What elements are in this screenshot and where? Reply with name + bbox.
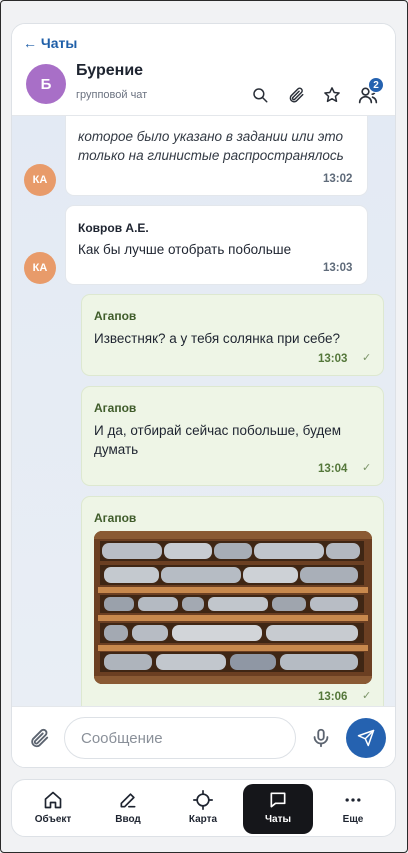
message-sender: Ковров А.Е. — [78, 221, 149, 235]
message-text: Известняк? а у тебя солянка при себе? — [94, 331, 340, 346]
message-time: 13:02 — [323, 173, 353, 185]
nav-item-object[interactable]: Объект — [18, 784, 88, 834]
back-to-chats-link[interactable]: ← Чаты — [23, 35, 77, 51]
message-time: 13:06 — [318, 691, 348, 703]
send-icon — [357, 729, 375, 747]
sender-avatar: КА — [24, 164, 56, 196]
nav-item-input[interactable]: Ввод — [93, 784, 163, 834]
message-bubble-incoming: Ковров А.Е. Как бы лучше отобрать поболь… — [65, 205, 368, 285]
participants-count-badge: 2 — [368, 77, 384, 93]
nav-label: Объект — [34, 814, 72, 825]
message-text: думать — [94, 442, 139, 457]
search-icon[interactable] — [249, 84, 271, 106]
message-sender: Агапов — [94, 401, 137, 415]
message-text: И да, отбирай сейчас побольше, будем — [94, 423, 342, 438]
nav-label: Чаты — [264, 814, 292, 825]
message-composer — [12, 706, 395, 767]
chat-title: Бурение — [76, 62, 144, 79]
chat-header: ← Чаты Б Бурение групповой чат 2 — [12, 24, 395, 116]
message-text: только на глинистые распространялось — [78, 148, 344, 163]
read-check-icon: ✓ — [362, 690, 372, 702]
read-check-icon: ✓ — [362, 352, 372, 364]
more-icon — [345, 798, 361, 802]
message-time: 13:04 — [318, 463, 348, 475]
microphone-icon[interactable] — [310, 727, 332, 749]
attach-icon[interactable] — [28, 727, 50, 749]
message-text: которое было указано в задании или это — [78, 129, 344, 144]
message-bubble-outgoing: Агапов 13:06 ✓ — [81, 496, 384, 706]
crosshair-icon — [193, 790, 213, 810]
bottom-navigation: Объект Ввод Карта Чаты Еще — [11, 779, 396, 837]
message-input[interactable] — [64, 717, 296, 759]
message-time: 13:03 — [323, 262, 353, 274]
message-time: 13:03 — [318, 353, 348, 365]
nav-label: Еще — [342, 814, 364, 825]
message-sender: Агапов — [94, 309, 137, 323]
message-sender: Агапов — [94, 511, 137, 525]
nav-item-map[interactable]: Карта — [168, 784, 238, 834]
chat-avatar: Б — [26, 64, 66, 104]
message-text: Как бы лучше отобрать побольше — [78, 242, 292, 257]
message-bubble-outgoing: Агапов Известняк? а у тебя солянка при с… — [81, 294, 384, 376]
chat-panel: ← Чаты Б Бурение групповой чат 2 КА кото… — [11, 23, 396, 768]
sender-avatar: КА — [24, 252, 56, 284]
send-button[interactable] — [346, 718, 386, 758]
nav-label: Ввод — [115, 814, 141, 825]
chat-subtitle: групповой чат — [76, 89, 148, 101]
nav-label: Карта — [188, 814, 218, 825]
star-icon[interactable] — [321, 84, 343, 106]
pen-icon — [120, 793, 136, 808]
nav-item-chats[interactable]: Чаты — [243, 784, 313, 834]
read-check-icon: ✓ — [362, 462, 372, 474]
core-sample-photo[interactable] — [94, 531, 372, 684]
chat-icon — [270, 792, 286, 808]
nav-item-more[interactable]: Еще — [318, 784, 388, 834]
message-bubble-outgoing: Агапов И да, отбирай сейчас побольше, бу… — [81, 386, 384, 486]
home-icon — [44, 791, 62, 809]
message-bubble-incoming: которое было указано в задании или это т… — [65, 116, 368, 196]
message-list[interactable]: КА которое было указано в задании или эт… — [12, 116, 395, 706]
paperclip-icon[interactable] — [285, 84, 307, 106]
